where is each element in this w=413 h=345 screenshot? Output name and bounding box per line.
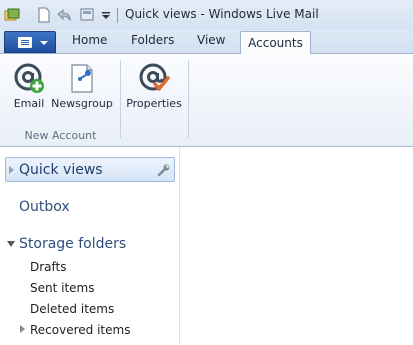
properties-button[interactable]: Properties bbox=[126, 54, 182, 124]
properties-button-label: Properties bbox=[126, 97, 182, 110]
email-button-label: Email bbox=[13, 97, 45, 110]
expand-arrow-icon[interactable] bbox=[20, 325, 25, 333]
email-button[interactable]: Email bbox=[9, 54, 49, 124]
tab-accounts-label: Accounts bbox=[248, 36, 303, 50]
ribbon: Email Newsgroup Properties New Account bbox=[0, 54, 413, 147]
newsgroup-button-label: Newsgroup bbox=[51, 97, 113, 110]
folder-recovered-items[interactable]: Recovered items bbox=[30, 323, 130, 337]
folder-sent-items[interactable]: Sent items bbox=[30, 281, 95, 295]
newsgroup-icon bbox=[71, 64, 93, 93]
title-separator bbox=[117, 8, 118, 23]
send-receive-icon[interactable] bbox=[79, 7, 95, 23]
customize-arrow-icon[interactable] bbox=[99, 7, 115, 23]
outbox-folder[interactable]: Outbox bbox=[19, 199, 70, 215]
tab-home[interactable]: Home bbox=[72, 33, 107, 47]
mail-app-icon[interactable] bbox=[4, 7, 20, 23]
tab-view[interactable]: View bbox=[197, 33, 225, 47]
app-menu-icon bbox=[18, 37, 32, 48]
tab-folders[interactable]: Folders bbox=[131, 33, 174, 47]
wrench-icon[interactable] bbox=[157, 163, 171, 177]
window-title: Quick views - Windows Live Mail bbox=[125, 7, 319, 21]
new-document-icon[interactable] bbox=[36, 7, 52, 23]
quick-views-header[interactable]: Quick views bbox=[5, 157, 175, 182]
ribbon-group-divider bbox=[120, 60, 121, 138]
account-properties-icon bbox=[139, 63, 170, 91]
quick-views-label: Quick views bbox=[19, 162, 103, 178]
folder-drafts[interactable]: Drafts bbox=[30, 260, 67, 274]
reply-icon[interactable] bbox=[56, 7, 72, 23]
chevron-down-icon bbox=[40, 41, 48, 45]
tab-accounts[interactable]: Accounts bbox=[240, 31, 311, 55]
new-account-group-label: New Account bbox=[24, 129, 97, 142]
newsgroup-button[interactable]: Newsgroup bbox=[51, 54, 113, 124]
expand-arrow-icon[interactable] bbox=[9, 166, 14, 174]
storage-folders-header[interactable]: Storage folders bbox=[19, 236, 126, 252]
ribbon-group-divider bbox=[188, 60, 189, 138]
folder-deleted-items[interactable]: Deleted items bbox=[30, 302, 114, 316]
title-bar: Quick views - Windows Live Mail bbox=[0, 0, 413, 30]
email-account-add-icon bbox=[14, 63, 44, 93]
app-menu-button[interactable] bbox=[4, 31, 56, 53]
collapse-arrow-icon[interactable] bbox=[7, 241, 15, 247]
